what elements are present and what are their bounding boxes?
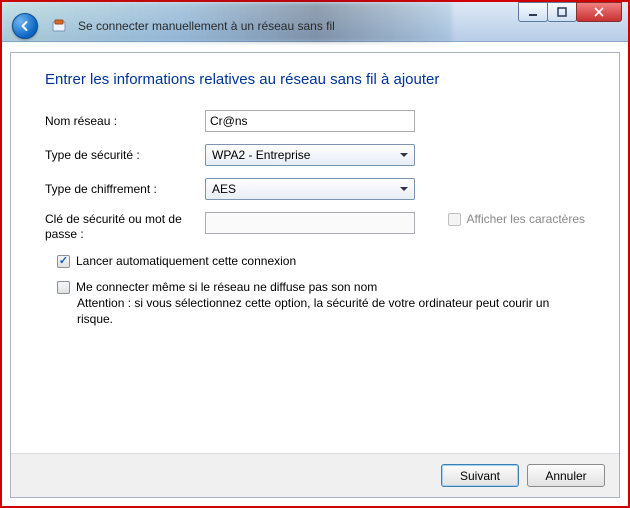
button-row: Suivant Annuler <box>11 453 619 497</box>
titlebar: Se connecter manuellement à un réseau sa… <box>2 2 628 42</box>
cancel-button-label: Annuler <box>545 469 586 483</box>
security-key-label: Clé de sécurité ou mot de passe : <box>45 212 205 242</box>
show-characters-row: Afficher les caractères <box>448 212 586 226</box>
auto-start-checkbox[interactable] <box>57 255 70 268</box>
security-key-input <box>205 212 415 234</box>
auto-start-row[interactable]: Lancer automatiquement cette connexion <box>57 254 585 268</box>
content-frame: Entrer les informations relatives au rés… <box>10 52 620 498</box>
encryption-type-label: Type de chiffrement : <box>45 182 205 196</box>
row-network-name: Nom réseau : <box>45 110 585 132</box>
next-button[interactable]: Suivant <box>441 464 519 487</box>
auto-start-label: Lancer automatiquement cette connexion <box>76 254 296 268</box>
row-security-type: Type de sécurité : WPA2 - Entreprise <box>45 144 585 166</box>
page-title: Entrer les informations relatives au rés… <box>45 71 585 88</box>
back-button[interactable] <box>12 13 38 39</box>
security-type-select[interactable]: WPA2 - Entreprise <box>205 144 415 166</box>
network-name-label: Nom réseau : <box>45 114 205 128</box>
security-type-value: WPA2 - Entreprise <box>212 148 310 162</box>
show-characters-label: Afficher les caractères <box>467 212 586 226</box>
encryption-type-value: AES <box>212 182 236 196</box>
window-title: Se connecter manuellement à un réseau sa… <box>78 19 335 33</box>
row-security-key: Clé de sécurité ou mot de passe : Affich… <box>45 212 585 242</box>
connect-hidden-warning: Attention : si vous sélectionnez cette o… <box>77 296 577 327</box>
encryption-type-select[interactable]: AES <box>205 178 415 200</box>
connect-hidden-label: Me connecter même si le réseau ne diffus… <box>76 280 377 294</box>
next-button-label: Suivant <box>460 469 500 483</box>
connect-hidden-row[interactable]: Me connecter même si le réseau ne diffus… <box>57 280 585 294</box>
cancel-button[interactable]: Annuler <box>527 464 605 487</box>
row-encryption-type: Type de chiffrement : AES <box>45 178 585 200</box>
show-characters-checkbox <box>448 213 461 226</box>
connect-hidden-checkbox[interactable] <box>57 281 70 294</box>
network-name-input[interactable] <box>205 110 415 132</box>
security-type-label: Type de sécurité : <box>45 148 205 162</box>
header-row: Se connecter manuellement à un réseau sa… <box>2 8 628 44</box>
content-area: Entrer les informations relatives au rés… <box>11 53 619 453</box>
wizard-icon <box>50 17 68 35</box>
